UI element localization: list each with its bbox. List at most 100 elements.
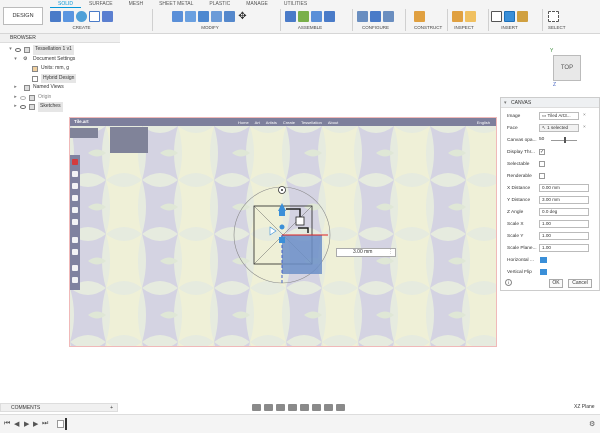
last-frame-icon[interactable]: ⏭ [42,420,48,428]
new-component-icon[interactable] [50,10,61,22]
y-distance-input[interactable]: 3.00 mm [539,196,589,204]
chevron-down-icon[interactable]: ▾ [8,45,13,55]
measure-icon[interactable] [452,10,463,22]
new-component-assemble-icon[interactable] [285,10,296,22]
distance-input[interactable]: 3.00 mm ⋮ [336,248,396,257]
viewcube[interactable]: TOP [553,55,581,81]
ok-button[interactable]: OK [549,279,563,288]
chevron-down-icon[interactable]: ▾ [504,98,507,108]
play-icon[interactable]: ▶ [24,420,29,428]
tab-mesh[interactable]: MESH [121,0,151,8]
viewports-icon[interactable] [336,403,345,411]
tree-item-hybrid-design[interactable]: Hybrid Design [0,73,120,83]
configure-rule-icon[interactable] [370,10,381,22]
canvas-icon[interactable] [504,10,515,22]
visibility-eye-icon[interactable] [20,105,26,109]
tab-utilities[interactable]: UTILITIES [276,0,315,8]
tab-sheet-metal[interactable]: SHEET METAL [151,0,201,8]
close-icon[interactable]: × [583,125,586,130]
horizontal-flip-icon[interactable] [540,257,547,263]
chevron-right-icon[interactable]: ▸ [13,102,18,112]
configure-menu[interactable]: CONFIGURE [357,25,394,30]
tree-item-named-views[interactable]: ▸ Named Views [0,83,120,93]
tree-item-document-settings[interactable]: ▾ ⚙ Document Settings [0,55,120,65]
combine-icon[interactable] [224,10,235,22]
pan-icon[interactable] [276,403,285,411]
form-icon[interactable] [102,10,113,22]
chevron-down-icon[interactable]: ▾ [13,55,18,65]
display-through-checkbox[interactable]: ✓ [539,149,545,155]
joint-origin-icon[interactable] [324,10,335,22]
scale-plane-input[interactable]: 1.00 [539,244,589,252]
tree-item-sketches[interactable]: ▸ Sketches [0,102,120,112]
opacity-value[interactable]: 50 [539,137,544,142]
interference-icon[interactable] [465,10,476,22]
scale-y-input[interactable]: 1.00 [539,232,589,240]
create-menu[interactable]: CREATE [50,25,113,30]
tab-solid[interactable]: SOLID [50,0,82,8]
sketch-icon[interactable] [89,10,100,22]
tab-manage[interactable]: MANAGE [238,0,276,8]
cancel-button[interactable]: Cancel [568,279,592,288]
browser-header[interactable]: BROWSER [0,34,120,43]
move-icon[interactable]: ✥ [237,11,248,22]
chevron-right-icon[interactable]: ▸ [13,83,18,93]
dialog-header[interactable]: ▾ CANVAS [501,98,599,108]
grip-icon[interactable]: ⋮ [388,249,393,256]
z-angle-input[interactable]: 0.0 deg [539,208,589,216]
tab-surface[interactable]: SURFACE [81,0,121,8]
fillet-icon[interactable] [185,10,196,22]
fit-icon[interactable] [300,403,309,411]
plus-icon[interactable]: + [110,404,113,412]
face-select-button[interactable]: ↖ 1 selected [539,124,579,132]
press-pull-icon[interactable] [172,10,183,22]
look-at-icon[interactable] [264,403,273,411]
previous-frame-icon[interactable]: ◀ [14,420,19,428]
chamfer-icon[interactable] [198,10,209,22]
timeline-marker[interactable] [65,418,67,430]
selectable-checkbox[interactable] [539,161,545,167]
workspace-switcher[interactable]: DESIGN [3,7,43,25]
transform-manipulator[interactable] [228,183,368,293]
chevron-right-icon[interactable]: ▸ [13,93,18,103]
tree-item-origin[interactable]: ▸ Origin [0,93,120,103]
insert-mcmaster-icon[interactable] [517,10,528,22]
opacity-slider-handle[interactable] [564,137,566,143]
visibility-eye-icon[interactable] [15,48,21,52]
scale-x-input[interactable]: 1.00 [539,220,589,228]
shell-icon[interactable] [211,10,222,22]
gear-icon[interactable]: ⚙ [589,420,595,428]
display-settings-icon[interactable] [312,403,321,411]
inspect-menu[interactable]: INSPECT [452,25,476,30]
insert-menu[interactable]: INSERT [491,25,528,30]
tab-plastic[interactable]: PLASTIC [201,0,238,8]
orbit-icon[interactable] [252,403,261,411]
tree-root[interactable]: ▾ Tessellation 1 v1 [0,45,120,55]
image-select-button[interactable]: ▭ Tiled Art3... [539,112,579,120]
assemble-menu[interactable]: ASSEMBLE [285,25,335,30]
construct-menu[interactable]: CONSTRUCT [414,25,442,30]
as-built-joint-icon[interactable] [311,10,322,22]
tree-item-units[interactable]: Units: mm, g [0,64,120,74]
extrude-icon[interactable] [63,10,74,22]
info-icon[interactable]: i [505,279,512,286]
vertical-flip-icon[interactable] [540,269,547,275]
revolve-icon[interactable] [76,10,87,22]
select-icon[interactable] [548,10,559,22]
configure-table-icon[interactable] [357,10,368,22]
joint-icon[interactable] [298,10,309,22]
grid-icon[interactable] [324,403,333,411]
close-icon[interactable]: × [583,113,586,118]
insert-derive-icon[interactable] [491,10,502,22]
select-menu[interactable]: SELECT [548,25,566,30]
next-frame-icon[interactable]: ▶ [33,420,38,428]
first-frame-icon[interactable]: ⏮ [4,420,10,428]
modify-menu[interactable]: MODIFY [172,25,248,30]
visibility-eye-icon[interactable] [20,95,26,100]
comments-bar[interactable]: COMMENTS + [0,403,118,412]
offset-plane-icon[interactable] [414,10,425,22]
configure-theme-icon[interactable] [383,10,394,22]
zoom-icon[interactable] [288,403,297,411]
renderable-checkbox[interactable] [539,173,545,179]
timeline-sketch-feature-icon[interactable] [57,420,64,428]
